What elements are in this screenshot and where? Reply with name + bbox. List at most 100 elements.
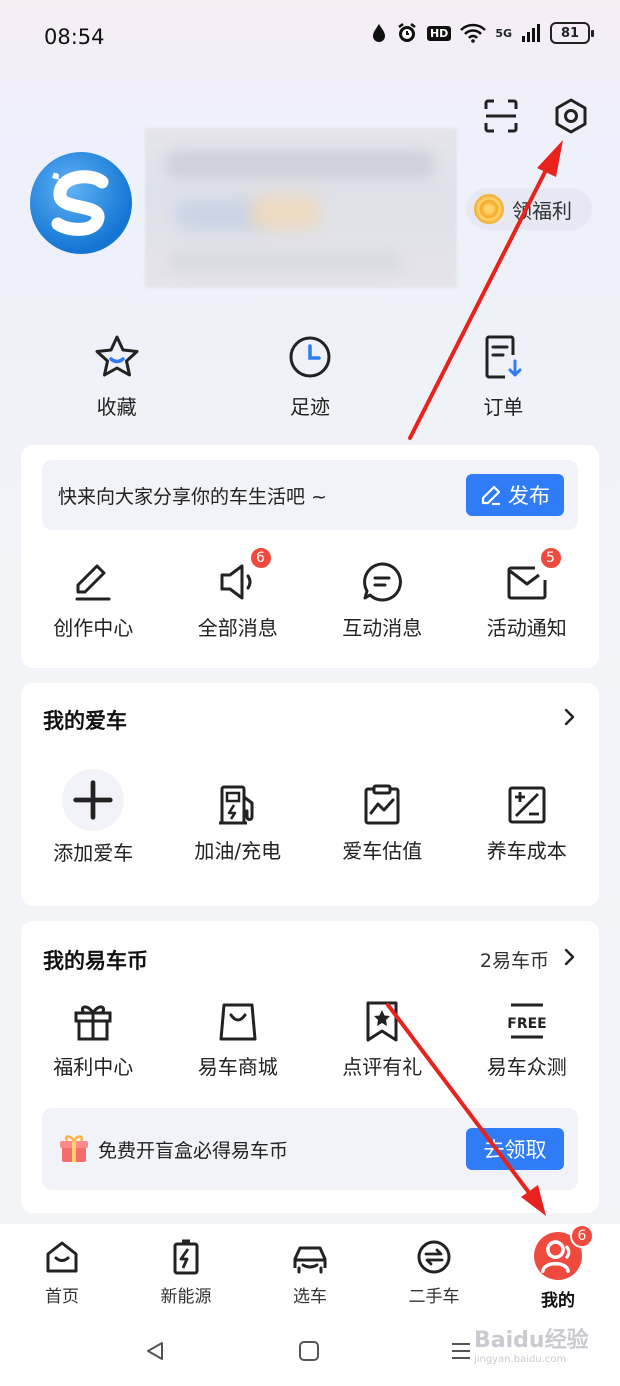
grid-label: 点评有礼 (342, 1055, 423, 1079)
grid-label: 养车成本 (486, 839, 567, 863)
grid-label: 易车商城 (197, 1055, 278, 1079)
quick-link-label: 足迹 (289, 395, 330, 419)
watermark-text: Baidu经验 (474, 1328, 589, 1353)
bookmark-star-icon (366, 1001, 398, 1042)
community-card: 快来向大家分享你的车生活吧 ~ 发布 创作中心 6 全部消息 互动消息 5 活动… (21, 445, 599, 668)
grid-item-activity-notices[interactable]: 5 活动通知 (455, 546, 600, 641)
grid-item-fuel-charge[interactable]: 加油/充电 (166, 769, 311, 866)
grid-label: 全部消息 (197, 616, 278, 640)
my-car-card: 我的爱车 添加爱车 加油/充电 爱车估值 养车成本 (21, 683, 599, 906)
coin-icon (474, 194, 504, 224)
signal-icon (521, 23, 541, 43)
settings-button[interactable] (551, 96, 591, 136)
claim-button[interactable]: 去领取 (466, 1128, 564, 1170)
grid-item-mall[interactable]: 易车商城 (166, 999, 311, 1080)
quick-link-label: 收藏 (96, 395, 137, 419)
battery-bolt-icon (173, 1239, 199, 1275)
back-button[interactable] (140, 1336, 170, 1366)
chevron-right-icon[interactable] (559, 707, 579, 727)
grid-item-test-drive[interactable]: FREE 易车众测 (455, 999, 600, 1080)
grid-item-review-reward[interactable]: 点评有礼 (310, 999, 455, 1080)
grid-label: 添加爱车 (53, 841, 134, 865)
coins-card: 我的易车币 2易车币 福利中心 易车商城 点评有礼 FREE 易车众测 免费开盲… (21, 921, 599, 1213)
drop-icon (371, 23, 387, 43)
nav-home[interactable]: 首页 (0, 1224, 124, 1316)
fuel-icon (218, 785, 254, 825)
exchange-icon (417, 1240, 451, 1274)
nav-new-energy[interactable]: 新能源 (124, 1224, 248, 1316)
watermark-sub: jingyan.baidu.com (474, 1354, 567, 1365)
grid-label: 易车众测 (486, 1055, 567, 1079)
share-prompt-bar[interactable]: 快来向大家分享你的车生活吧 ~ 发布 (42, 460, 578, 530)
coins-title: 我的易车币 (43, 949, 148, 973)
my-car-title: 我的爱车 (43, 709, 127, 733)
blurred-level (250, 195, 320, 229)
status-bar: 08:54 HD 5G 81 (0, 0, 620, 74)
quick-link-orders[interactable]: 订单 (407, 333, 600, 420)
car-icon (293, 1246, 327, 1274)
grid-label: 互动消息 (342, 616, 423, 640)
scan-button[interactable] (481, 96, 521, 136)
gift-icon (74, 1005, 112, 1041)
avatar[interactable] (30, 152, 132, 254)
gift-box-icon (60, 1135, 88, 1162)
clock-icon (289, 336, 331, 378)
valuation-icon (364, 784, 400, 825)
alarm-icon (396, 22, 418, 44)
nav-label: 选车 (293, 1287, 327, 1307)
grid-label: 爱车估值 (342, 839, 423, 863)
pen-icon (75, 564, 111, 601)
me-active-circle: 6 (534, 1224, 594, 1280)
nav-label: 我的 (541, 1291, 575, 1311)
hd-badge: HD (426, 25, 452, 41)
free-icon: FREE (507, 1003, 546, 1039)
quick-link-history[interactable]: 足迹 (213, 333, 406, 420)
nav-choose-car[interactable]: 选车 (248, 1224, 372, 1316)
bag-icon (219, 1003, 257, 1041)
grid-item-add-car[interactable]: 添加爱车 (21, 769, 166, 866)
grid-item-creator-center[interactable]: 创作中心 (21, 560, 166, 641)
me-badge: 6 (570, 1224, 594, 1248)
watermark: Baidu经验 jingyan.baidu.com (474, 1322, 589, 1365)
star-icon (95, 335, 139, 377)
order-icon (485, 335, 522, 379)
add-car-circle (62, 769, 125, 831)
app-logo-icon (51, 170, 109, 236)
grid-item-interaction-messages[interactable]: 互动消息 (310, 560, 455, 641)
back-triangle-icon (147, 1342, 163, 1360)
message-badge: 6 (248, 546, 273, 570)
grid-label: 福利中心 (53, 1055, 134, 1079)
community-grid: 创作中心 6 全部消息 互动消息 5 活动通知 (21, 546, 600, 641)
nav-label: 首页 (45, 1287, 79, 1307)
svg-text:FREE: FREE (507, 1016, 546, 1032)
grid-item-car-valuation[interactable]: 爱车估值 (310, 769, 455, 866)
grid-item-car-cost[interactable]: 养车成本 (455, 769, 600, 866)
grid-label: 加油/充电 (194, 839, 282, 863)
publish-button[interactable]: 发布 (466, 474, 564, 516)
grid-item-benefit-center[interactable]: 福利中心 (21, 999, 166, 1080)
battery-indicator: 81 (550, 22, 594, 44)
edit-icon (481, 485, 501, 506)
quick-link-favorites[interactable]: 收藏 (20, 333, 213, 420)
nav-used-car[interactable]: 二手车 (372, 1224, 496, 1316)
recents-button[interactable] (446, 1336, 476, 1366)
coins-balance[interactable]: 2易车币 (480, 946, 549, 973)
quick-links: 收藏 足迹 订单 (20, 333, 600, 420)
quick-link-label: 订单 (483, 395, 524, 419)
plus-icon (73, 780, 113, 820)
nav-me[interactable]: 6 我的 (496, 1224, 620, 1316)
calculator-icon (508, 786, 546, 824)
chevron-right-icon[interactable] (559, 947, 579, 967)
grid-item-all-messages[interactable]: 6 全部消息 (166, 546, 311, 641)
blind-box-promo[interactable]: 免费开盲盒必得易车币 去领取 (42, 1108, 578, 1190)
notice-badge: 5 (538, 546, 563, 570)
benefit-button[interactable]: 领福利 (466, 188, 592, 230)
benefit-label: 领福利 (512, 198, 572, 223)
menu-lines-icon (452, 1343, 470, 1359)
status-time: 08:54 (44, 25, 105, 49)
wifi-icon (460, 23, 487, 43)
grid-label: 创作中心 (53, 616, 134, 640)
home-system-button[interactable] (294, 1336, 324, 1366)
scan-icon (484, 99, 518, 133)
chat-icon (363, 562, 403, 602)
